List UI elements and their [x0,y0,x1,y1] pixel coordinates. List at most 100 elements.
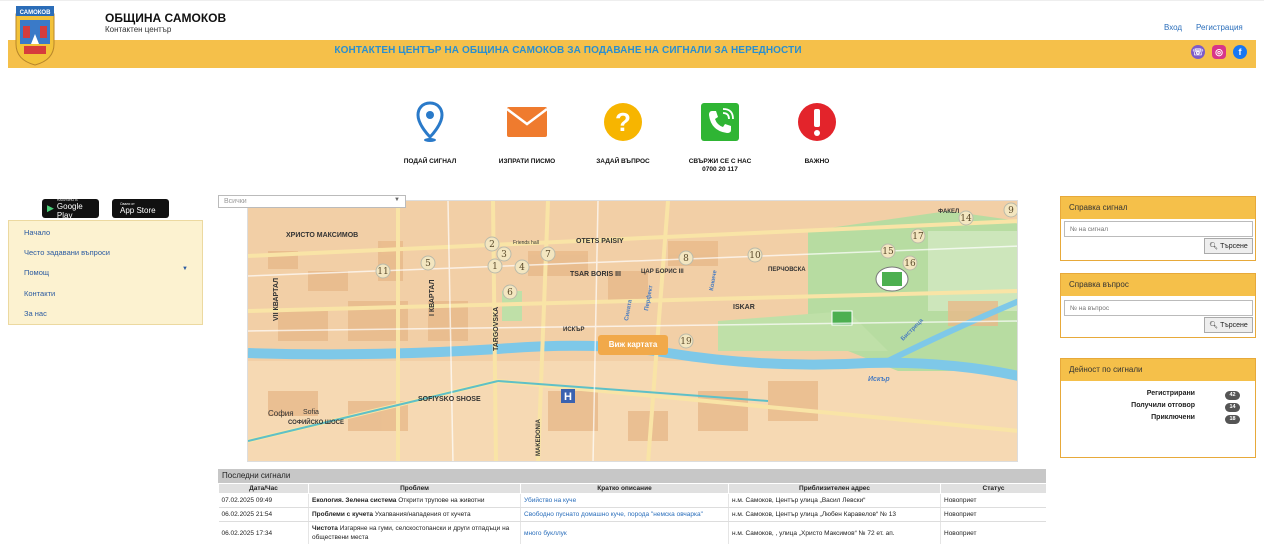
site-title: ОБЩИНА САМОКОВ [105,11,227,25]
site-subtitle: Контактен център [105,25,172,34]
svg-text:17: 17 [912,232,924,242]
signal-number-input[interactable] [1064,221,1253,237]
google-play-badge[interactable]: ▶ НАЛИЧНО В Google Play [42,198,99,220]
facebook-icon[interactable]: f [1233,45,1247,59]
header: ОБЩИНА САМОКОВ Контактен център Вход Рег… [0,0,1264,40]
signal-address: н.м. Самоков, Център улица „Любен Караве… [728,507,941,522]
table-row[interactable]: 06.02.2025 17:34 Чистота Изгаряне на гум… [218,521,1046,544]
signal-description-link[interactable]: много букллук [524,530,567,537]
app-store-text: Свали от App Store [120,202,156,215]
nav-item-home[interactable]: Начало [24,228,50,237]
svg-text:ISKAR: ISKAR [733,304,755,311]
signal-problem: Проблеми с кучета Ухапвания/нападения от… [308,507,521,522]
important-label: ВАЖНО [804,158,830,165]
register-link[interactable]: Регистрация [1196,23,1243,32]
svg-text:MAKEDONIA: MAKEDONIA [536,418,542,456]
instagram-icon[interactable]: ◎ [1212,45,1226,59]
ask-question-action[interactable]: ? ЗАДАЙ ВЪПРОС [573,100,673,166]
signal-search-button[interactable]: 🔍︎ Търсене [1204,238,1253,254]
stat-answered-badge: 14 [1225,403,1240,412]
map-filter-select[interactable]: Всички [218,195,406,208]
signal-date: 06.02.2025 21:54 [218,507,309,522]
google-play-text: НАЛИЧНО В Google Play [57,198,99,220]
signal-lookup-panel: Справка сигнал 🔍︎Търсене [1060,196,1256,261]
table-row[interactable]: 07.02.2025 09:49 Екология. Зелена систем… [218,493,1046,508]
signal-date: 07.02.2025 09:49 [218,493,309,508]
map-marker: 15 [880,243,896,259]
signal-category: Чистота [312,525,338,532]
map-marker: 8 [678,250,694,266]
table-row[interactable]: 06.02.2025 21:54 Проблеми с кучета Ухапв… [218,507,1046,522]
signal-description-link[interactable]: Свободно пуснато домашно куче, порода "н… [524,511,703,518]
viber-icon[interactable]: ☏ [1191,45,1205,59]
recent-signals-table: Дата/Час Проблем Кратко описание Приблиз… [218,483,1046,544]
map-marker: 19 [678,333,694,349]
signal-problem: Екология. Зелена система Открити трупове… [308,493,521,508]
exclamation-icon [795,100,839,144]
nav-item-about[interactable]: За нас [24,309,47,318]
samokov-coat-of-arms-logo[interactable]: САМОКОВ [14,4,56,66]
send-letter-action[interactable]: ИЗПРАТИ ПИСМО [477,100,577,166]
nav-item-faq[interactable]: Често задавани въпроси [24,248,110,257]
login-link[interactable]: Вход [1164,23,1182,32]
map-marker: 1 [487,258,503,274]
svg-text:ИСКЪР: ИСКЪР [563,327,585,333]
important-action[interactable]: ВАЖНО [767,100,867,166]
signals-map[interactable]: ХРИСТО МАКСИМОВ VII КВАРТАЛ I КВАРТАЛ TA… [247,200,1018,462]
svg-text:14: 14 [960,214,972,224]
phone-icon [698,100,742,144]
svg-text:4: 4 [519,263,525,273]
map-marker: 7 [540,246,556,262]
map-marker: 17 [910,228,926,244]
signal-problem-text: Изгаряне на гуми, селскостопански и друг… [312,525,510,541]
nav-item-help[interactable]: Помощ [24,268,49,277]
column-header: Дата/Час [218,483,309,494]
question-search-button-label: Търсене [1220,321,1248,329]
submit-signal-action[interactable]: ПОДАЙ СИГНАЛ [380,100,480,166]
svg-text:15: 15 [882,247,894,257]
signal-description[interactable]: Свободно пуснато домашно куче, порода "н… [520,507,729,522]
signal-description[interactable]: Убийство на куче [520,493,729,508]
svg-text:ФАКЕЛ: ФАКЕЛ [938,209,959,215]
stat-answered-label: Получили отговор [1131,402,1195,409]
svg-text:София: София [268,409,294,418]
question-search-button[interactable]: 🔍︎ Търсене [1204,317,1253,333]
signal-status: Новоприет [940,507,1046,522]
svg-text:?: ? [615,107,631,137]
signal-category: Проблеми с кучета [312,511,374,518]
signal-date: 06.02.2025 17:34 [218,521,309,544]
map-pin-icon [408,100,452,144]
map-marker: 4 [514,259,530,275]
svg-text:7: 7 [545,250,551,260]
question-lookup-title: Справка въпрос [1061,274,1255,296]
chevron-down-icon[interactable]: ▼ [394,197,400,203]
signal-description-link[interactable]: Убийство на куче [524,497,576,504]
signal-description[interactable]: много букллук [520,521,729,544]
question-number-input[interactable] [1064,300,1253,316]
view-map-button[interactable]: Виж картата [598,335,668,355]
signal-status: Новоприет [940,521,1046,544]
contact-us-action[interactable]: СВЪРЖИ СЕ С НАС 0700 20 117 [670,100,770,174]
svg-text:1: 1 [492,262,498,272]
map-marker: 10 [747,247,763,263]
signal-problem: Чистота Изгаряне на гуми, селскостопанск… [308,521,521,544]
google-play-icon: ▶ [47,203,54,213]
map-marker: 6 [502,284,518,300]
signal-lookup-title: Справка сигнал [1061,197,1255,219]
svg-text:5: 5 [425,259,431,269]
svg-text:10: 10 [749,251,761,261]
chevron-down-icon[interactable]: ▼ [182,266,188,272]
svg-text:ПЕРЧОВСКА: ПЕРЧОВСКА [768,267,806,273]
app-store-big-text: App Store [120,206,156,215]
nav-item-contacts[interactable]: Контакти [24,289,55,298]
column-header: Кратко описание [520,483,729,494]
submit-signal-label: ПОДАЙ СИГНАЛ [403,158,457,165]
signal-status: Новоприет [940,493,1046,508]
svg-text:ЦАР БОРИС III: ЦАР БОРИС III [641,269,684,275]
app-store-badge[interactable]: Свали от App Store [112,199,169,218]
send-letter-label: ИЗПРАТИ ПИСМО [498,158,556,165]
signal-activity-title: Дейност по сигнали [1061,359,1255,381]
svg-text:16: 16 [904,259,916,269]
map-marker: 11 [375,263,391,279]
signal-address: н.м. Самоков, , улица „Христо Максимов“ … [728,521,941,544]
